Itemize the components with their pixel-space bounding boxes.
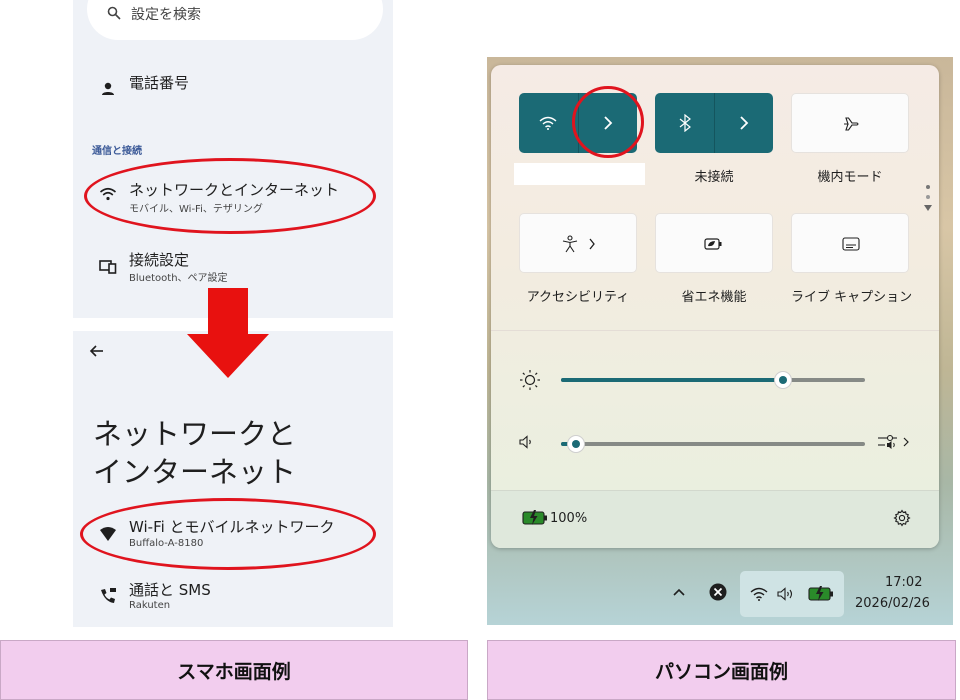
divider (491, 330, 939, 331)
bluetooth-tile[interactable] (655, 93, 773, 153)
battery-percentage: 100% (550, 511, 588, 526)
taskbar: 17:02 2026/02/26 (487, 557, 953, 625)
wifi-icon (750, 587, 768, 601)
chevron-right-icon[interactable] (588, 238, 596, 250)
page-title-line2: インターネット (93, 455, 297, 489)
page-dot-active (926, 185, 930, 189)
tile-label-live-caption: ライブ キャプション (791, 290, 913, 305)
settings-item-connection[interactable]: 接続設定 Bluetooth、ペア設定 (73, 244, 393, 290)
page-title: ネットワークと インターネット (93, 415, 296, 491)
settings-item-subtitle: Bluetooth、ペア設定 (129, 273, 228, 284)
chevron-right-icon[interactable] (739, 115, 749, 131)
close-circle-icon[interactable] (709, 583, 727, 601)
highlight-oval-network (84, 158, 376, 234)
clock-date[interactable]: 2026/02/26 (855, 596, 930, 611)
page-title-line1: ネットワークと (93, 417, 297, 451)
highlight-circle-wifi-chevron (572, 86, 644, 158)
brightness-icon (520, 370, 540, 390)
settings-item-title: 通話と SMS (129, 581, 211, 599)
wifi-label-blank (514, 163, 645, 185)
gear-icon[interactable] (893, 509, 911, 527)
volume-slider-thumb[interactable] (567, 435, 586, 453)
bluetooth-icon (679, 114, 691, 132)
airplane-icon (844, 117, 859, 131)
person-icon (102, 82, 114, 95)
section-header-connectivity: 通信と接続 (92, 146, 142, 157)
quick-settings-panel: 未接続 機内モード アクセシビリティ 省エネ機能 ライブ キャプション 100% (491, 65, 939, 548)
brightness-slider-thumb[interactable] (773, 371, 792, 389)
settings-item-calls-sms[interactable]: 通話と SMS Rakuten (73, 575, 393, 619)
clock-time[interactable]: 17:02 (885, 575, 922, 590)
settings-item-title: 接続設定 (129, 251, 190, 269)
down-arrow-icon (187, 288, 269, 378)
brightness-slider-fill (561, 378, 783, 382)
settings-search-bar[interactable]: 設定を検索 (87, 0, 383, 40)
tile-label-accessibility: アクセシビリティ (526, 290, 630, 305)
chevron-up-icon[interactable] (673, 588, 685, 596)
settings-item-label: 電話番号 (129, 74, 190, 92)
caption-pc: パソコン画面例 (487, 640, 956, 700)
tile-label-energy-saver: 省エネ機能 (681, 290, 747, 305)
live-caption-tile[interactable] (791, 213, 909, 273)
caret-down-icon[interactable] (924, 205, 932, 211)
search-placeholder: 設定を検索 (131, 7, 201, 23)
wifi-icon (539, 116, 557, 130)
speaker-icon[interactable] (519, 435, 535, 449)
page-indicator[interactable] (923, 185, 933, 211)
tile-label-airplane: 機内モード (817, 170, 883, 185)
accessibility-icon (562, 235, 578, 253)
highlight-oval-wifi (80, 498, 376, 570)
tile-label-bluetooth: 未接続 (694, 170, 734, 185)
accessibility-tile[interactable] (519, 213, 637, 273)
live-caption-icon (842, 237, 860, 251)
settings-item-phone-number[interactable]: 電話番号 (73, 66, 393, 106)
system-tray-group[interactable] (740, 571, 844, 617)
settings-item-subtitle: Rakuten (129, 600, 171, 611)
tile-divider (714, 93, 715, 153)
energy-saver-icon (704, 238, 722, 250)
search-icon (107, 6, 121, 20)
back-arrow-icon[interactable] (89, 343, 105, 359)
battery-charging-icon[interactable] (522, 510, 548, 525)
airplane-mode-tile[interactable] (791, 93, 909, 153)
audio-output-icon[interactable] (877, 433, 911, 451)
windows-desktop: 未接続 機内モード アクセシビリティ 省エネ機能 ライブ キャプション 100%… (487, 57, 953, 625)
devices-icon (99, 260, 117, 274)
phone-call-icon (101, 588, 116, 603)
volume-slider-track[interactable] (561, 442, 865, 446)
page-dot (926, 195, 930, 199)
caption-smartphone: スマホ画面例 (0, 640, 468, 700)
speaker-icon (777, 587, 793, 601)
battery-charging-icon (808, 586, 833, 601)
energy-saver-tile[interactable] (655, 213, 773, 273)
